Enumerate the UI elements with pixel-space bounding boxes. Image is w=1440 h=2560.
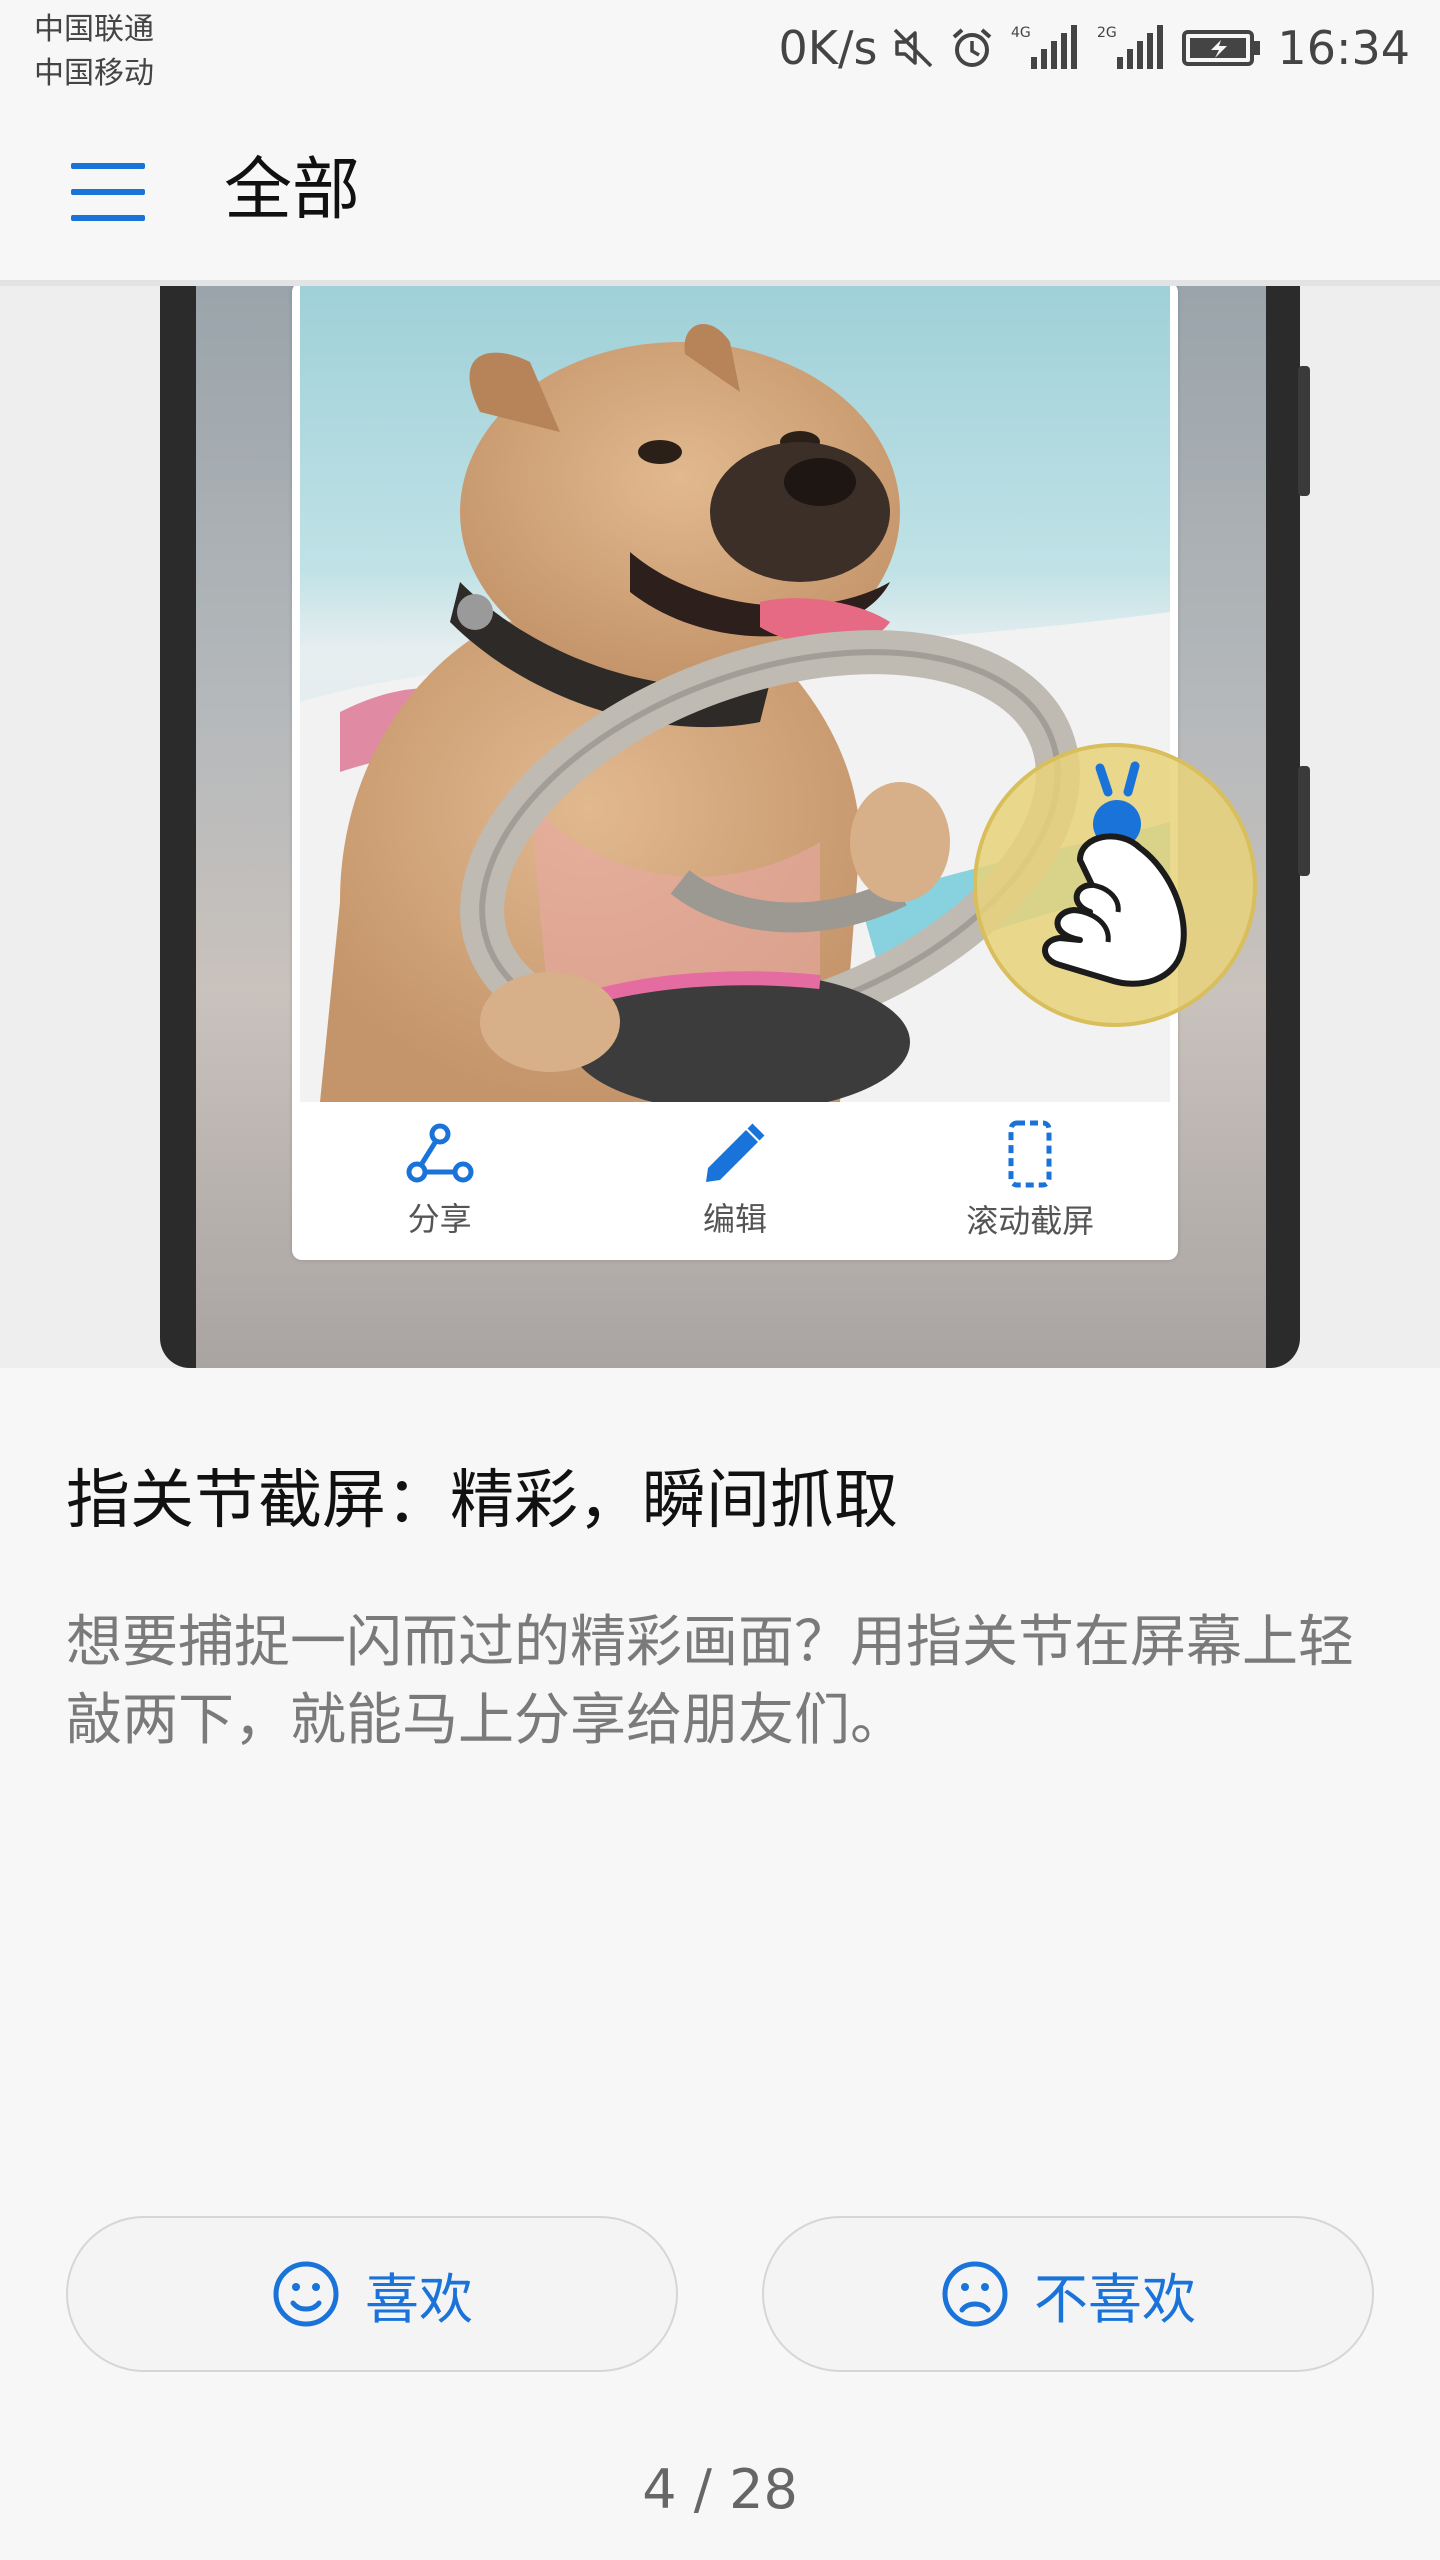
like-label: 喜欢 (365, 2267, 473, 2331)
clock: 16:34 (1277, 21, 1410, 75)
page-title: 全部 (224, 151, 361, 230)
share-label: 分享 (407, 1200, 472, 1238)
screenshot-actions: 分享 编辑 滚动截屏 (292, 1102, 1178, 1260)
share-icon (406, 1123, 474, 1183)
status-icons: 0K/s 4G 2G 16:34 (779, 18, 1410, 78)
app-bar: 全部 (0, 100, 1440, 286)
knuckle-tap-icon (973, 743, 1257, 1027)
signal-2-label: 2G (1097, 25, 1117, 41)
status-bar: 中国联通 中国移动 0K/s 4G 2G 16:34 (0, 0, 1440, 100)
phone-side-button (1298, 766, 1310, 876)
edit-action[interactable]: 编辑 (605, 1122, 865, 1240)
carrier-info: 中国联通 中国移动 (34, 8, 154, 96)
carrier-2: 中国移动 (34, 56, 154, 91)
frown-icon (942, 2261, 1008, 2327)
dislike-label: 不喜欢 (1034, 2267, 1196, 2331)
feature-description: 想要捕捉一闪而过的精彩画面？用指关节在屏幕上轻敲两下，就能马上分享给朋友们。 (66, 1610, 1354, 1753)
feature-title: 指关节截屏：精彩，瞬间抓取 (66, 1464, 898, 1538)
signal-2g-icon: 2G (1095, 23, 1167, 73)
edit-label: 编辑 (702, 1200, 767, 1238)
page-indicator: 4 / 28 (642, 2458, 798, 2521)
net-speed: 0K/s (778, 21, 878, 75)
alarm-icon (949, 25, 995, 71)
menu-button[interactable] (60, 150, 156, 234)
smile-icon (273, 2261, 339, 2327)
phone-side-button (1298, 366, 1310, 496)
signal-1-label: 4G (1011, 25, 1031, 41)
battery-charging-icon (1181, 28, 1263, 68)
scroll-screenshot-label: 滚动截屏 (966, 1202, 1095, 1240)
scroll-screenshot-action[interactable]: 滚动截屏 (900, 1120, 1160, 1242)
signal-4g-icon: 4G (1009, 23, 1081, 73)
hamburger-menu-icon (71, 163, 145, 221)
scroll-screenshot-icon (1008, 1120, 1052, 1188)
share-action[interactable]: 分享 (310, 1122, 570, 1240)
carrier-1: 中国联通 (34, 12, 154, 47)
edit-icon (705, 1123, 765, 1182)
feature-illustration: 分享 编辑 滚动截屏 (0, 286, 1440, 1368)
mute-icon (891, 26, 935, 70)
like-button[interactable]: 喜欢 (66, 2216, 678, 2372)
dislike-button[interactable]: 不喜欢 (762, 2216, 1374, 2372)
